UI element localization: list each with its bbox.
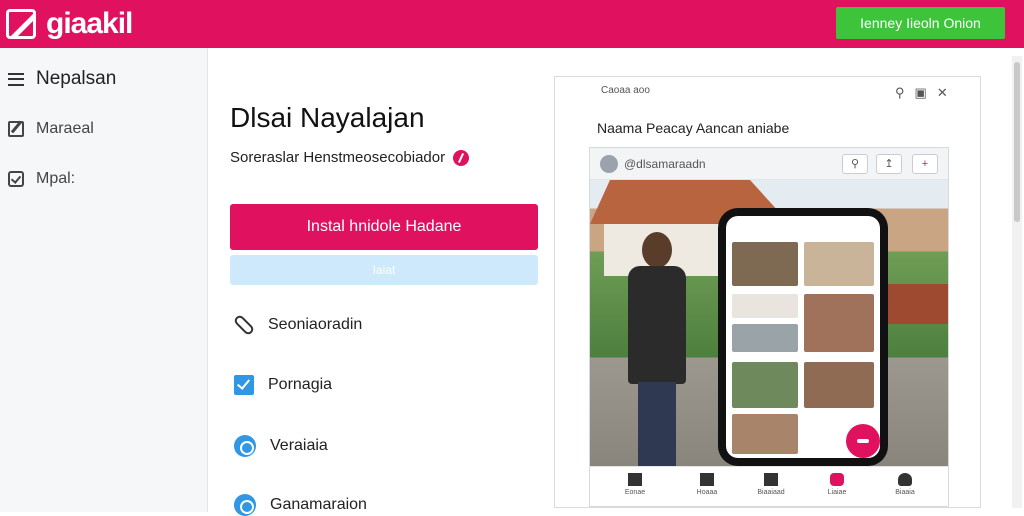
search-icon[interactable]: ⚲ [842,154,868,174]
logo[interactable]: giaakil [6,6,133,42]
house-roof-right [886,284,948,324]
top-bar: giaakil Ienney Iieoln Onion [0,0,1024,48]
photo-tile [732,362,798,408]
header-action-button[interactable]: Ienney Iieoln Onion [836,7,1005,39]
tab-home[interactable]: Eonae [618,473,652,505]
add-icon[interactable]: + [912,154,938,174]
tab-label: Hoaaa [696,489,718,496]
preview-photo [590,180,948,466]
feature-item[interactable]: Pornagia [234,375,332,395]
floating-action-button[interactable] [846,424,880,458]
preview-profile-bar: @dlsamaraadn ⚲ ↥ + [590,148,948,180]
checkbox-icon [8,171,24,187]
secondary-button[interactable]: Iaiat [230,255,538,285]
tab-label: Biaaiaad [757,489,785,496]
page-title: Dlsai Nayalajan [230,102,425,133]
subtitle-text: Soreraslar Henstmeosecobiador [230,149,446,166]
search-icon[interactable]: ⚲ [895,85,905,101]
link-icon [232,313,256,337]
upload-icon[interactable]: ↥ [876,154,902,174]
menu-icon[interactable] [8,72,24,86]
feature-item[interactable]: Veraiaia [234,435,328,457]
person-legs [638,382,676,466]
tab-messages[interactable]: Biaaiaad [754,473,788,505]
sidebar-item-mpal[interactable]: Mpal: [8,170,75,188]
inbox-icon [764,473,778,486]
close-icon[interactable]: ✕ [937,85,948,101]
scrollbar-thumb[interactable] [1014,62,1020,222]
home-icon [628,473,642,486]
app-preview: @dlsamaraadn ⚲ ↥ + Eonae Hoaaa Biaaiaad … [589,147,949,507]
photo-tile [804,294,874,352]
sidebar-item-maraeal[interactable]: Maraeal [8,120,94,138]
photo-tile [732,242,798,286]
play-icon [830,473,844,486]
feature-item[interactable]: Seoniaoradin [232,313,363,337]
profile-name: @dlsamaraadn [624,157,706,171]
copy-icon[interactable]: ▣ [915,85,927,101]
globe-icon [234,494,256,516]
avatar[interactable] [600,155,618,173]
person-body [628,266,686,384]
panel-window-controls: ⚲ ▣ ✕ [895,85,948,101]
photo-tile [804,362,874,408]
sidebar-header[interactable]: Nepalsan [8,68,116,90]
tab-label: Eonae [624,489,646,496]
feature-item[interactable]: Ganamaraion [234,494,367,516]
tab-label: Liaiae [827,489,847,496]
preview-top-label: Caoaa aoo [601,85,650,96]
feature-label: Seoniaoradin [268,316,363,333]
photo-tile [732,294,798,318]
edit-icon[interactable] [453,149,470,166]
tab-label: Biaaia [895,489,915,496]
logo-icon [6,9,36,39]
pencil-icon [8,121,24,137]
tab-live[interactable]: Liaiae [820,473,854,505]
phone-screen [726,216,880,458]
sidebar: Nepalsan Maraeal Mpal: [0,48,208,512]
sidebar-item-label: Mpal: [36,170,76,187]
globe-icon [234,435,256,457]
preview-panel: Caoaa aoo ⚲ ▣ ✕ Naama Peacay Aancan ania… [554,76,981,508]
tab-profile[interactable]: Biaaia [888,473,922,505]
feature-label: Pornagia [268,376,333,393]
scrollbar[interactable] [1012,56,1022,508]
preview-heading: Naama Peacay Aancan aniabe [597,120,790,136]
install-button[interactable]: Instal hnidole Hadane [230,204,538,250]
page-subtitle: Soreraslar Henstmeosecobiador [230,149,470,166]
user-icon [898,473,912,486]
feature-label: Veraiaia [270,437,328,454]
sidebar-title: Nepalsan [36,68,117,89]
tab-notifications[interactable]: Hoaaa [690,473,724,505]
photo-tile [732,324,798,352]
photo-tile [732,414,798,454]
feature-label: Ganamaraion [270,496,367,513]
person-head [642,232,672,268]
photo-tile [804,242,874,286]
checkbox-icon [234,375,254,395]
logo-text: giaakil [46,7,133,40]
person-figure [622,232,696,466]
bottom-tab-bar: Eonae Hoaaa Biaaiaad Liaiae Biaaia [590,466,948,506]
bell-icon [700,473,714,486]
sidebar-item-label: Maraeal [36,120,94,137]
